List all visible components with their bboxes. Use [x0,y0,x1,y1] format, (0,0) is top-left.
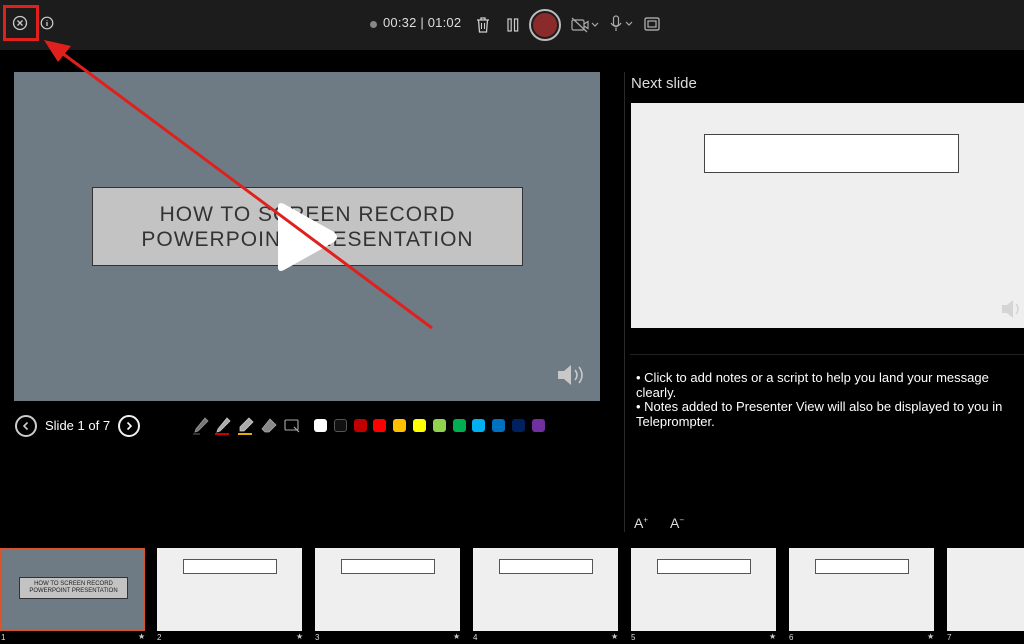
notes-line-1: • Click to add notes or a script to help… [636,370,989,400]
thumbnail-title-box [657,559,751,574]
ink-color-swatch[interactable] [353,419,367,432]
slide-thumbnail-1[interactable]: HOW TO SCREEN RECORD POWERPOINT PRESENTA… [0,548,145,631]
slide-thumbnail-5[interactable] [631,548,776,631]
ink-color-swatch[interactable] [472,419,486,432]
delete-icon[interactable] [475,16,491,34]
decrease-font-button[interactable]: A− [670,515,684,531]
timer-separator: | [420,15,424,30]
thumbnail-title-box [815,559,909,574]
record-icon [533,13,557,37]
speaker-icon [1002,300,1019,318]
slide-thumbnail-6[interactable] [789,548,934,631]
timer-elapsed: 00:32 [383,15,417,30]
thumbnail-number: 2 [157,633,162,642]
pen-tool-icon[interactable] [192,416,210,436]
ink-color-swatch[interactable] [512,419,525,432]
thumbnail-number: 7 [947,633,952,642]
thumbnail-title-box [499,559,593,574]
next-slide-button[interactable] [118,415,140,437]
play-icon[interactable] [274,201,340,273]
thumbnail-number: 6 [789,633,794,642]
slide-thumbnail-2[interactable] [157,548,302,631]
next-slide-label: Next slide [631,75,697,92]
ink-color-swatch[interactable] [492,419,506,432]
slide-counter: Slide 1 of 7 [45,418,111,433]
ink-color-swatch[interactable] [393,419,407,432]
star-icon: ★ [927,632,935,641]
record-button[interactable] [529,9,561,41]
ink-color-swatch[interactable] [432,419,446,432]
pane-divider [624,72,625,532]
info-icon[interactable] [40,16,54,30]
star-icon: ★ [296,632,304,641]
speaker-icon[interactable] [556,362,590,388]
slide-thumbnail-4[interactable] [473,548,618,631]
ink-color-swatch[interactable] [314,419,327,432]
ink-color-swatch[interactable] [452,419,466,432]
thumbnail-title-box [183,559,277,574]
decrease-font-label: A [670,515,680,531]
star-icon: ★ [611,632,619,641]
notes-line-2: • Notes added to Presenter View will als… [636,399,1003,429]
previous-slide-button[interactable] [15,415,37,437]
ink-color-swatch[interactable] [333,419,347,432]
increase-font-label: A [634,515,644,531]
layout-icon[interactable] [644,17,660,31]
pause-icon[interactable] [506,17,520,33]
ink-color-swatch[interactable] [413,419,426,432]
microphone-icon[interactable] [609,15,635,33]
slide-thumbnail-7[interactable] [947,548,1024,631]
star-icon: ★ [453,632,461,641]
thumbnail-number: 5 [631,633,636,642]
chevron-left-icon [22,421,29,431]
thumbnail-title: HOW TO SCREEN RECORD POWERPOINT PRESENTA… [19,577,128,599]
recording-indicator-dot [370,21,377,28]
slide-thumbnail-3[interactable] [315,548,460,631]
timer-total: 01:02 [427,15,462,30]
star-icon: ★ [138,632,146,641]
increase-font-button[interactable]: A+ [634,515,648,531]
annotation-highlight-box [3,5,39,41]
chevron-right-icon [126,421,133,431]
thumbnail-number: 1 [1,633,6,642]
laser-pointer-tool-icon[interactable] [283,416,301,436]
pen-red-tool-icon[interactable] [214,416,232,436]
thumbnail-number: 3 [315,633,320,642]
thumbnail-number: 4 [473,633,478,642]
next-slide-title-box [704,134,959,173]
speaker-notes[interactable]: • Click to add notes or a script to help… [636,370,1024,429]
notes-separator [630,354,1024,355]
eraser-tool-icon[interactable] [260,416,278,436]
ink-color-swatch[interactable] [373,419,387,432]
camera-off-icon[interactable] [571,17,599,33]
star-icon: ★ [769,632,777,641]
ink-color-swatch[interactable] [531,419,545,432]
thumbnail-title-box [341,559,435,574]
recording-timer: 00:32 | 01:02 [383,15,461,30]
highlighter-tool-icon[interactable] [237,416,255,436]
